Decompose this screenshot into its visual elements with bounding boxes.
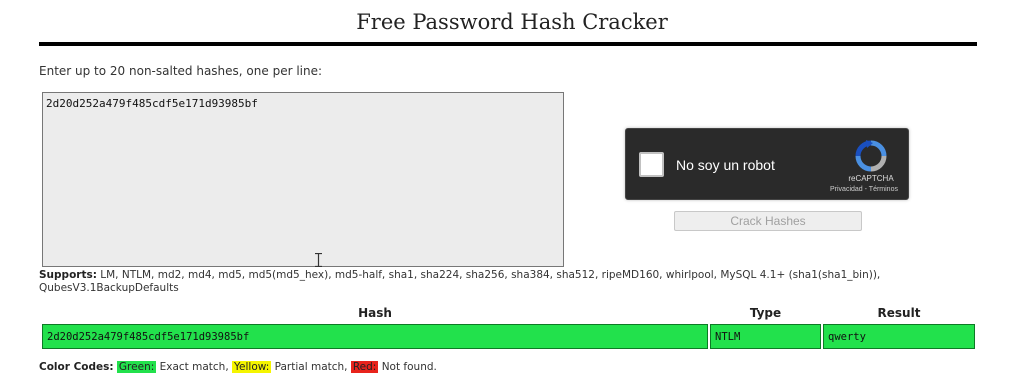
page: Free Password Hash Cracker Enter up to 2… bbox=[0, 0, 1024, 382]
recaptcha-logo-icon bbox=[855, 140, 887, 172]
hash-input-instruction: Enter up to 20 non-salted hashes, one pe… bbox=[39, 64, 323, 78]
yellow-swatch: Yellow: bbox=[232, 361, 272, 373]
recaptcha-checkbox[interactable] bbox=[639, 152, 664, 177]
supports-list: LM, NTLM, md2, md4, md5, md5(md5_hex), m… bbox=[39, 269, 881, 294]
supported-algorithms: Supports: LM, NTLM, md2, md4, md5, md5(m… bbox=[39, 269, 969, 295]
recaptcha-privacy-link[interactable]: Privacidad bbox=[830, 186, 863, 193]
column-header-result: Result bbox=[877, 306, 921, 320]
column-header-type: Type bbox=[749, 306, 782, 320]
recaptcha-widget: No soy un robot reCAPTCHA Privacidad - T… bbox=[625, 128, 909, 200]
crack-hashes-button[interactable]: Crack Hashes bbox=[674, 211, 862, 231]
color-codes-label: Color Codes: bbox=[39, 361, 114, 373]
color-codes-legend: Color Codes: Green: Exact match, Yellow:… bbox=[39, 361, 437, 373]
red-description: Not found. bbox=[378, 361, 437, 373]
yellow-description: Partial match, bbox=[271, 361, 351, 373]
recaptcha-terms-link[interactable]: Términos bbox=[869, 186, 898, 193]
green-swatch: Green: bbox=[116, 361, 157, 373]
recaptcha-links: Privacidad - Términos bbox=[819, 186, 909, 193]
supports-label: Supports: bbox=[39, 269, 97, 281]
title-divider bbox=[39, 42, 977, 46]
recaptcha-brand: reCAPTCHA bbox=[848, 174, 894, 183]
hash-input[interactable]: 2d20d252a479f485cdf5e171d93985bf bbox=[42, 92, 564, 267]
green-description: Exact match, bbox=[156, 361, 232, 373]
result-value-cell: qwerty bbox=[823, 324, 975, 349]
column-header-hash: Hash bbox=[358, 306, 392, 320]
page-title: Free Password Hash Cracker bbox=[356, 10, 668, 34]
result-hash-cell: 2d20d252a479f485cdf5e171d93985bf bbox=[42, 324, 708, 349]
text-cursor-icon bbox=[315, 253, 322, 267]
result-type-cell: NTLM bbox=[710, 324, 821, 349]
red-swatch: Red: bbox=[350, 361, 379, 373]
recaptcha-label: No soy un robot bbox=[676, 157, 775, 173]
